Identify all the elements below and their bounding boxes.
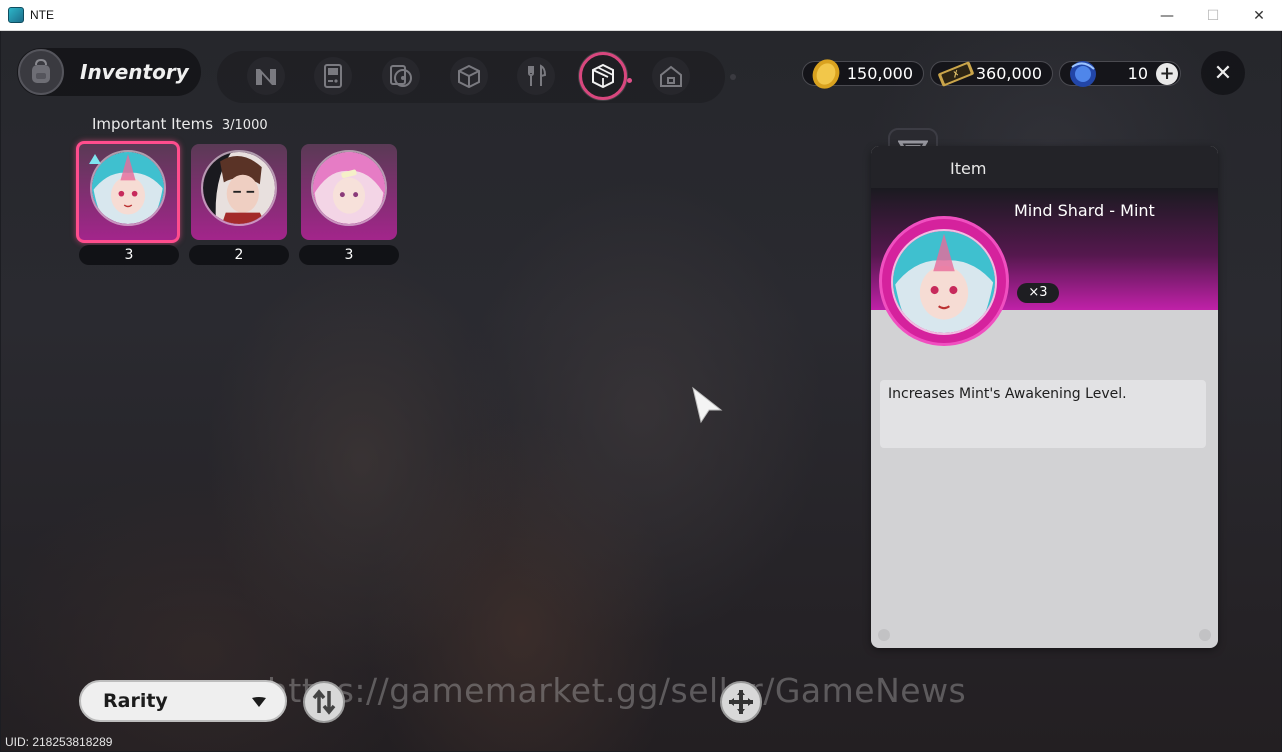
player-uid: UID: 218253818289 <box>5 735 113 749</box>
caret-down-icon <box>252 697 266 707</box>
panel-corner-dot-right <box>1199 629 1211 641</box>
tab-important-items[interactable] <box>579 52 627 100</box>
ticket-amount: 360,000 <box>975 64 1042 83</box>
character-portrait-3 <box>311 150 387 227</box>
active-tab-indicator <box>627 78 632 83</box>
mint-large-portrait <box>891 229 997 335</box>
section-capacity: 3/1000 <box>221 118 268 133</box>
item-detail-panel: Item Increases Mint's Awakening Level. <box>871 146 1218 648</box>
tab-disc[interactable] <box>382 57 420 95</box>
window-title: NTE <box>30 8 54 22</box>
add-crystal-button[interactable]: + <box>1156 63 1178 85</box>
currency-ticket: ✗ 360,000 <box>930 61 1053 87</box>
cube-gem-icon <box>592 63 614 89</box>
sort-order-button[interactable] <box>303 681 345 723</box>
item-card-3[interactable] <box>301 144 397 240</box>
detail-header: Item <box>871 146 1218 188</box>
ticket-icon: ✗ <box>938 61 974 87</box>
tab-housing[interactable] <box>652 57 690 95</box>
tab-n-logo[interactable] <box>247 57 285 95</box>
minimize-button[interactable]: — <box>1144 0 1190 31</box>
mouse-cursor-icon <box>692 386 723 424</box>
gold-amount: 150,000 <box>846 64 913 83</box>
item-count-mint: 3 <box>79 245 179 265</box>
n-logo-icon <box>256 69 276 85</box>
panel-corner-dot-left <box>878 629 890 641</box>
item-quantity: ×3 <box>1017 283 1059 303</box>
item-count-2: 2 <box>189 245 289 265</box>
window-titlebar: NTE — ☐ ✕ <box>0 0 1282 31</box>
gold-coin-icon <box>812 59 840 89</box>
mint-portrait <box>90 150 166 227</box>
house-icon <box>660 65 682 87</box>
window-close-button[interactable]: ✕ <box>1236 0 1282 31</box>
tab-gameboy[interactable] <box>314 57 352 95</box>
maximize-button[interactable]: ☐ <box>1190 0 1236 31</box>
window-controls: — ☐ ✕ <box>1144 0 1282 31</box>
tab-bar-end-dot <box>730 74 736 80</box>
cutlery-icon <box>528 64 547 86</box>
page-title: Inventory <box>80 60 189 84</box>
item-description: Increases Mint's Awakening Level. <box>880 380 1206 448</box>
sort-arrows-icon <box>312 689 336 715</box>
item-count-3: 3 <box>299 245 399 265</box>
section-title: Important Items <box>92 115 214 133</box>
rarity-triangle-icon <box>89 154 101 164</box>
item-card-2[interactable] <box>191 144 287 240</box>
currency-gold: 150,000 <box>802 59 924 89</box>
plus-crosshair-icon <box>729 690 753 714</box>
gameboy-icon <box>324 64 342 88</box>
crystal-orb-icon <box>1070 61 1096 87</box>
character-portrait-2 <box>201 150 277 227</box>
backpack-icon <box>18 49 64 95</box>
section-header: Important Items 3/1000 <box>92 115 268 133</box>
crystal-amount: 10 <box>1127 64 1148 83</box>
watermark-text: https://gamemarket.gg/seller/GameNews <box>267 671 967 710</box>
disc-icon <box>390 65 412 87</box>
sort-by-dropdown[interactable]: Rarity <box>79 680 287 722</box>
tab-food[interactable] <box>517 57 555 95</box>
app-logo-icon <box>8 7 24 23</box>
tab-box[interactable] <box>450 57 488 95</box>
game-viewport: Inventory 150,000 ✗ 360,000 10 + ✕ Impor… <box>1 31 1281 751</box>
item-name: Mind Shard - Mint <box>1014 201 1155 220</box>
item-card-mint[interactable] <box>76 141 180 243</box>
box-icon <box>458 64 480 88</box>
detail-header-label: Item <box>950 159 987 178</box>
close-inventory-button[interactable]: ✕ <box>1201 51 1245 95</box>
sort-by-label: Rarity <box>103 690 168 712</box>
inventory-header: Inventory <box>17 48 201 96</box>
add-button[interactable] <box>720 681 762 723</box>
